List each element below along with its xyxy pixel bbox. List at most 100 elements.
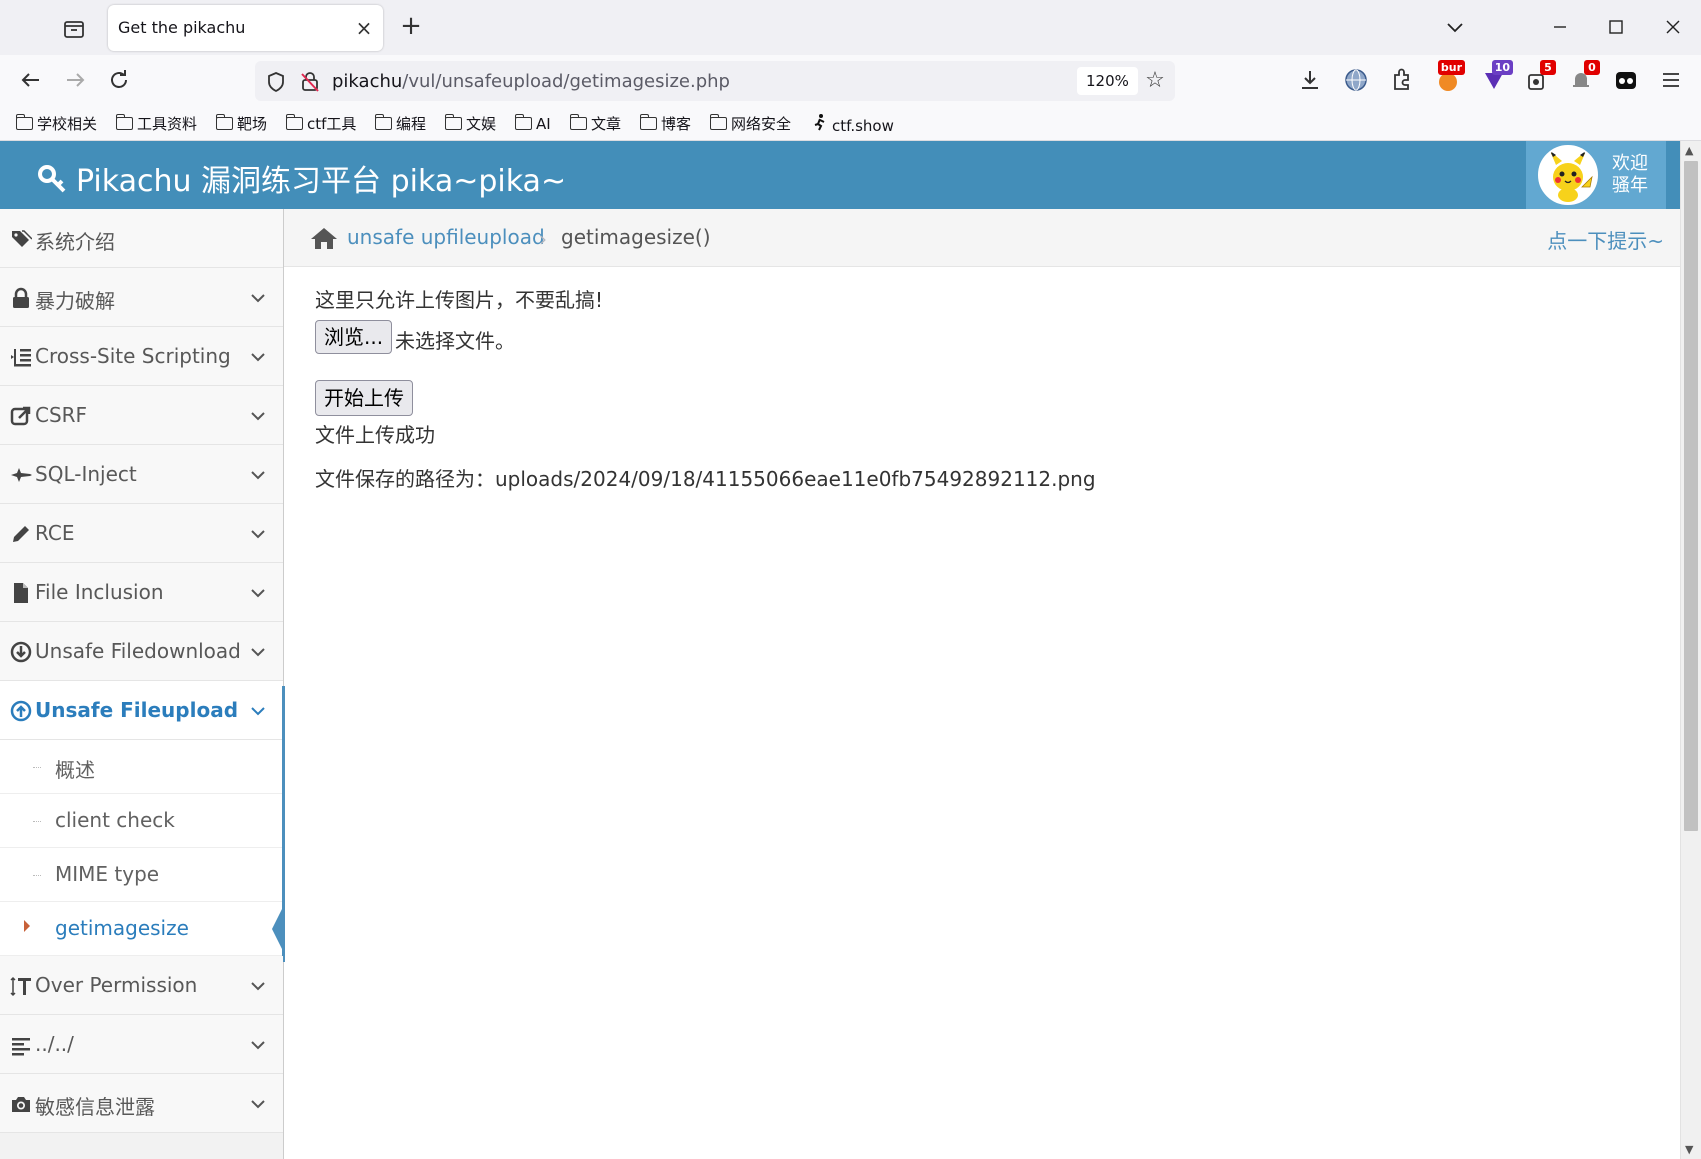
submenu-item-overview[interactable]: 概述 <box>0 740 283 794</box>
submenu-item-getimagesize[interactable]: getimagesize <box>0 902 283 956</box>
tracking-shield-icon[interactable] <box>265 71 287 93</box>
sidebar-item-xss[interactable]: Cross-Site Scripting <box>0 327 283 386</box>
bookmark-folder-range[interactable]: 靶场 <box>215 113 267 135</box>
bookmark-star-icon[interactable]: ☆ <box>1143 69 1167 93</box>
pencil-icon <box>10 523 32 545</box>
sidebar-item-file-inclusion[interactable]: File Inclusion <box>0 563 283 622</box>
page-scrollbar[interactable]: ▲ ▼ <box>1680 141 1701 1159</box>
upload-circle-icon <box>10 700 32 722</box>
sidebar-item-over-permission[interactable]: Over Permission <box>0 956 283 1015</box>
bookmark-folder-programming[interactable]: 编程 <box>374 113 426 135</box>
file-browse-button[interactable]: 浏览... <box>315 320 393 354</box>
folder-icon <box>374 114 392 130</box>
chevron-down-icon <box>249 702 267 720</box>
tab-overflow-chevron-icon[interactable] <box>1440 12 1470 42</box>
sidebar-item-info-leak[interactable]: 敏感信息泄露 <box>0 1074 283 1133</box>
bookmark-folder-security[interactable]: 网络安全 <box>709 113 792 135</box>
home-icon[interactable] <box>310 226 338 250</box>
tab-title: Get the pikachu <box>118 18 246 37</box>
chevron-down-icon <box>249 643 267 661</box>
insecure-lock-icon[interactable] <box>299 71 321 93</box>
forward-arrow-icon[interactable] <box>60 65 90 95</box>
extensions-puzzle-icon[interactable] <box>1389 67 1415 93</box>
saved-path-message: 文件保存的路径为：uploads/2024/09/18/41155066eae1… <box>315 467 1096 491</box>
sidebar-item-unsafe-filedownload[interactable]: Unsafe Filedownload <box>0 622 283 681</box>
downloads-icon[interactable] <box>1297 67 1323 93</box>
zoom-level-badge[interactable]: 120% <box>1077 67 1138 95</box>
tampermonkey-extension-icon[interactable]: 5 <box>1524 60 1556 93</box>
scroll-down-arrow-icon[interactable]: ▼ <box>1685 1143 1693 1156</box>
download-circle-icon <box>10 641 32 663</box>
text-height-icon <box>10 975 32 997</box>
upload-success-message: 文件上传成功 <box>315 423 435 447</box>
extension-badge-five: 5 <box>1540 60 1556 75</box>
tree-connector <box>33 821 41 822</box>
folder-icon <box>285 114 303 130</box>
site-brand[interactable]: Pikachu 漏洞练习平台 pika~pika~ <box>36 156 566 200</box>
sidebar-item-dir-traversal[interactable]: ../../ <box>0 1015 283 1074</box>
hint-link[interactable]: 点一下提示~ <box>1547 225 1664 254</box>
list-indent-icon <box>10 346 32 368</box>
bookmark-folder-ctf-tools[interactable]: ctf工具 <box>285 113 356 135</box>
chevron-down-icon <box>249 1036 267 1054</box>
sidebar-item-label: Cross-Site Scripting <box>35 344 231 368</box>
folder-icon <box>514 114 532 130</box>
breadcrumb-link[interactable]: unsafe upfileupload <box>347 225 545 249</box>
sidebar-item-brute-force[interactable]: 暴力破解 <box>0 268 283 327</box>
breadcrumb-current: getimagesize() <box>561 225 711 249</box>
bookmark-folder-school[interactable]: 学校相关 <box>15 113 98 135</box>
globe-extension-icon[interactable] <box>1343 67 1369 93</box>
submenu-item-client-check[interactable]: client check <box>0 794 283 848</box>
scroll-up-arrow-icon[interactable]: ▲ <box>1685 144 1693 157</box>
folder-icon <box>709 114 727 130</box>
sidebar-item-label: File Inclusion <box>35 580 164 604</box>
bookmark-folder-blogs[interactable]: 博客 <box>639 113 691 135</box>
sidebar-item-rce[interactable]: RCE <box>0 504 283 563</box>
ublock-extension-icon[interactable]: 10 <box>1481 60 1513 93</box>
scroll-thumb[interactable] <box>1684 161 1698 831</box>
extension-badge-ten: 10 <box>1491 60 1513 75</box>
hamburger-menu-icon[interactable] <box>1658 67 1684 93</box>
bookmark-folder-entertainment[interactable]: 文娱 <box>444 113 497 135</box>
bookmark-label: ctf.show <box>832 117 894 135</box>
avatar <box>1538 145 1598 205</box>
sidebar-item-csrf[interactable]: CSRF <box>0 386 283 445</box>
bookmark-label: 网络安全 <box>731 115 792 133</box>
bookmark-label: 文娱 <box>466 115 497 133</box>
submenu-label: getimagesize <box>55 916 189 940</box>
bookmark-ctf-show[interactable]: ctf.show <box>812 113 894 135</box>
bookmark-label: 学校相关 <box>37 115 98 133</box>
maximize-icon[interactable] <box>1601 12 1631 42</box>
close-window-icon[interactable] <box>1658 12 1688 42</box>
sidebar-item-system-intro[interactable]: 系统介绍 <box>0 209 283 268</box>
extension-badge-zero: 0 <box>1584 60 1600 75</box>
sidebar-item-label: 暴力破解 <box>35 289 115 313</box>
new-tab-button[interactable]: + <box>398 13 424 40</box>
tab-close-icon[interactable]: × <box>353 17 375 39</box>
minimize-icon[interactable] <box>1545 12 1575 42</box>
tab-active[interactable]: Get the pikachu × <box>108 5 383 51</box>
sidebar-item-unsafe-fileupload[interactable]: Unsafe Fileupload <box>0 681 283 740</box>
tab-list-icon[interactable] <box>60 17 88 41</box>
tree-connector <box>33 875 41 876</box>
bookmark-folder-tools[interactable]: 工具资料 <box>115 113 197 135</box>
lock-icon <box>10 287 32 309</box>
chevron-down-icon <box>249 1095 267 1113</box>
start-upload-button[interactable]: 开始上传 <box>315 380 413 416</box>
container-extension-icon[interactable] <box>1613 67 1639 93</box>
bookmark-folder-ai[interactable]: AI <box>514 113 551 135</box>
burp-extension-icon[interactable]: bur <box>1435 60 1465 93</box>
chevron-down-icon <box>249 977 267 995</box>
user-menu[interactable]: 欢迎骚年 <box>1526 141 1666 209</box>
sidebar-item-label: Over Permission <box>35 973 198 997</box>
submenu-item-mime-type[interactable]: MIME type <box>0 848 283 902</box>
address-bar[interactable]: pikachu/vul/unsafeupload/getimagesize.ph… <box>255 61 1175 101</box>
url-text[interactable]: pikachu/vul/unsafeupload/getimagesize.ph… <box>332 71 730 92</box>
reload-icon[interactable] <box>104 65 134 95</box>
back-arrow-icon[interactable] <box>16 65 46 95</box>
bookmark-folder-articles[interactable]: 文章 <box>569 113 621 135</box>
web-page: Pikachu 漏洞练习平台 pika~pika~ 欢迎骚年 系统介绍 暴力破解… <box>0 141 1680 1159</box>
folder-icon <box>569 114 587 130</box>
notification-extension-icon[interactable]: 0 <box>1568 60 1600 93</box>
sidebar-item-sql-inject[interactable]: SQL-Inject <box>0 445 283 504</box>
